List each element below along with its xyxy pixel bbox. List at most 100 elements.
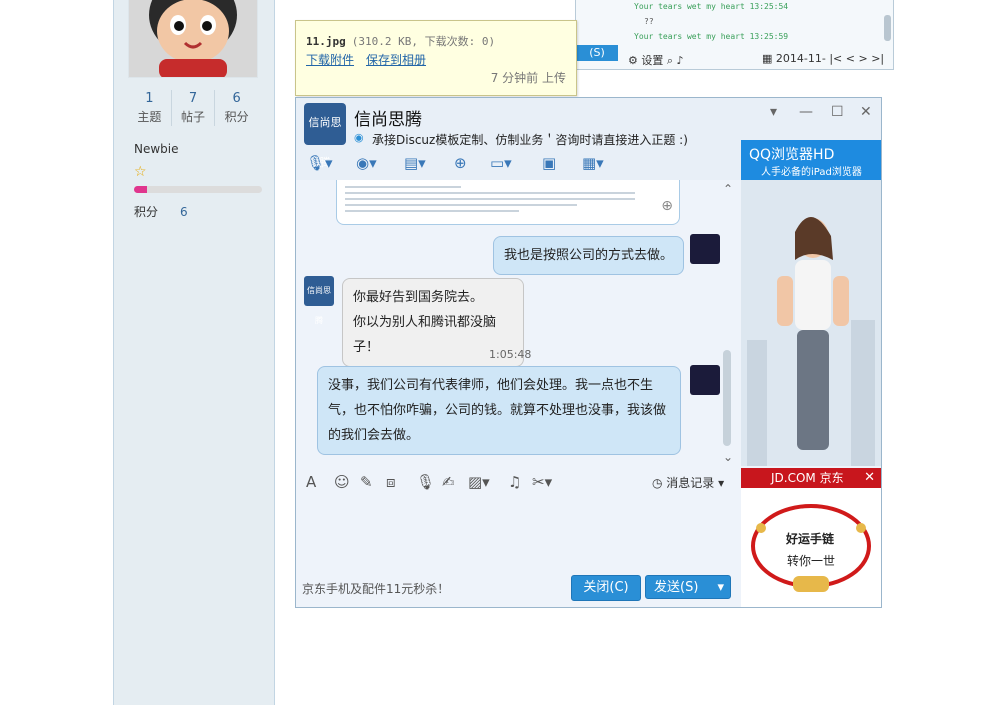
- browser-ad[interactable]: QQ浏览器HD 人手必备的iPad浏览器: [741, 140, 881, 466]
- background-chat-window: Your tears wet my heart 13:25:54 ?? Your…: [575, 0, 894, 70]
- credit-label: 积分: [134, 205, 159, 219]
- message-bubble-me[interactable]: 没事，我们公司有代表律师，他们会处理。我一点也不生 气，也不怕你咋骗，公司的钱。…: [317, 366, 681, 455]
- stat-label: 帖子: [181, 110, 206, 124]
- chat-scrollbar[interactable]: [723, 350, 731, 446]
- avatar[interactable]: [128, 0, 258, 78]
- scrollbar[interactable]: [884, 15, 891, 41]
- jd-banner: JD.COM 京东: [741, 468, 881, 488]
- apps-icon[interactable]: ▦▾: [582, 154, 604, 176]
- stat-posts[interactable]: 7 帖子: [172, 90, 216, 126]
- stat-points[interactable]: 6 积分: [215, 90, 258, 126]
- qq-chat-window: 信尚思腾 信尚思腾 ◉ 承接Discuz模板定制、仿制业务＇咨询时请直接进入正题…: [295, 97, 882, 608]
- stat-label: 积分: [224, 110, 249, 124]
- prev-page-icon[interactable]: <: [846, 52, 855, 65]
- voice-message-icon[interactable]: 🎙: [416, 473, 435, 491]
- star-icon: ☆: [134, 164, 147, 180]
- jd-ad[interactable]: JD.COM 京东 ✕ 好运手链 转你一世: [741, 468, 881, 607]
- ad-figure-image: [741, 180, 881, 466]
- zoom-icon[interactable]: ⊕: [661, 198, 673, 214]
- emoji-icon[interactable]: ☺: [334, 473, 350, 491]
- clock-icon: ◷: [652, 476, 667, 490]
- close-button[interactable]: 关闭(C): [571, 575, 641, 601]
- ad-text[interactable]: 京东手机及配件11元秒杀！: [302, 580, 449, 597]
- stat-num[interactable]: 1: [128, 90, 171, 108]
- message-area: ⊕ ⌃ 我也是按照公司的方式去做。 信尚思腾 你最好告到国务院去。 你以为别人和…: [296, 180, 736, 466]
- magic-icon[interactable]: ✎: [360, 473, 373, 491]
- save-to-album-link[interactable]: 保存到相册: [366, 51, 426, 68]
- user-rank: Newbie: [134, 142, 179, 156]
- message-timestamp: 1:05:48: [489, 348, 532, 361]
- send-label: 发送(S): [654, 580, 699, 595]
- ad-product-subtitle: 转你一世: [787, 554, 836, 568]
- shake-icon[interactable]: ⧈: [386, 473, 396, 491]
- message-line: 没事，我们公司有代表律师，他们会处理。我一点也不生: [328, 378, 654, 393]
- avatar[interactable]: [690, 365, 720, 395]
- next-page-icon[interactable]: >: [859, 52, 868, 65]
- create-discussion-icon[interactable]: ⊕: [454, 154, 467, 176]
- screen-share-icon[interactable]: ▣: [542, 154, 556, 176]
- message-input[interactable]: [296, 498, 736, 568]
- message-line: 你最好告到国务院去。: [353, 290, 484, 305]
- scroll-up-icon[interactable]: ⌃: [723, 182, 733, 196]
- message-line: 的我们会去做。: [328, 428, 420, 443]
- font-icon[interactable]: A: [306, 473, 316, 491]
- chevron-down-icon[interactable]: ▾: [717, 576, 724, 600]
- group-title[interactable]: 信尚思腾: [354, 105, 422, 130]
- log-line: Your tears wet my heart 13:25:54: [634, 2, 789, 11]
- music-icon[interactable]: ♫: [508, 473, 521, 491]
- remote-desktop-icon[interactable]: ▭▾: [490, 154, 512, 176]
- ad-product-title: 好运手链: [786, 532, 835, 546]
- filename: 11.jpg: [306, 35, 346, 48]
- message-bubble-me[interactable]: 我也是按照公司的方式去做。: [493, 236, 685, 275]
- scroll-down-icon[interactable]: ⌄: [723, 450, 733, 464]
- settings-label[interactable]: 设置: [641, 54, 663, 67]
- close-icon[interactable]: ✕: [860, 104, 872, 120]
- log-line: ??: [644, 17, 654, 26]
- screenshot-icon[interactable]: ✂▾: [532, 473, 552, 491]
- maximize-icon[interactable]: ☐: [831, 104, 844, 120]
- stat-num[interactable]: 6: [215, 90, 258, 108]
- chat-log: Your tears wet my heart 13:25:54 ?? Your…: [634, 0, 788, 44]
- voice-call-icon[interactable]: 🎙▾: [306, 154, 333, 176]
- close-icon[interactable]: ✕: [864, 468, 875, 488]
- image-message[interactable]: ⊕: [336, 180, 680, 225]
- group-avatar[interactable]: 信尚思腾: [304, 103, 346, 169]
- profile-sidebar: 1 主题 7 帖子 6 积分 Newbie ☆ 积分 6: [113, 0, 275, 705]
- progress-fill: [134, 186, 147, 193]
- avatar[interactable]: [690, 234, 720, 264]
- image-icon[interactable]: ▨▾: [468, 473, 490, 491]
- profile-stats: 1 主题 7 帖子 6 积分: [128, 90, 258, 126]
- bracelet-image: [751, 504, 871, 592]
- send-button-mini[interactable]: (S): [576, 45, 618, 61]
- stat-num[interactable]: 7: [172, 90, 215, 108]
- settings-toolbar: ⚙ 设置 ⌕ ♪: [628, 52, 684, 68]
- chevron-down-icon: ▾: [714, 476, 725, 490]
- message-line: 气，也不怕你咋骗，公司的钱。就算不处理也没事，我该做: [328, 403, 667, 418]
- credit-row: 积分 6: [134, 203, 188, 220]
- video-call-icon[interactable]: ◉▾: [356, 154, 377, 176]
- send-file-icon[interactable]: ▤▾: [404, 154, 426, 176]
- credit-value[interactable]: 6: [180, 205, 188, 219]
- search-icon[interactable]: ⌕: [667, 54, 673, 67]
- download-link[interactable]: 下载附件: [306, 51, 354, 68]
- edit-icon[interactable]: ✍: [442, 473, 455, 491]
- calendar-icon[interactable]: ▦: [762, 52, 772, 65]
- message-history[interactable]: ◷ 消息记录 ▾: [652, 474, 724, 491]
- first-page-icon[interactable]: |<: [829, 52, 842, 65]
- group-subtitle: 承接Discuz模板定制、仿制业务＇咨询时请直接进入正题 :): [372, 133, 688, 147]
- last-page-icon[interactable]: >|: [871, 52, 884, 65]
- ad-title: QQ浏览器HD: [749, 147, 835, 163]
- avatar[interactable]: 信尚思腾: [304, 276, 334, 325]
- send-button[interactable]: 发送(S) ▾: [645, 575, 731, 599]
- minimize-icon[interactable]: —: [799, 104, 813, 120]
- history-label: 消息记录: [666, 476, 715, 490]
- volume-icon[interactable]: ♪: [677, 54, 684, 67]
- dropdown-icon[interactable]: ▾: [770, 104, 777, 120]
- file-meta: (310.2 KB, 下载次数: 0): [351, 35, 496, 48]
- log-line: Your tears wet my heart 13:25:59: [634, 32, 789, 41]
- gear-icon[interactable]: ⚙: [628, 54, 638, 67]
- announcement-icon: ◉: [354, 131, 364, 144]
- ad-subtitle: 人手必备的iPad浏览器: [761, 167, 862, 178]
- date-value: 2014-11-: [775, 52, 826, 65]
- stat-topics[interactable]: 1 主题: [128, 90, 172, 126]
